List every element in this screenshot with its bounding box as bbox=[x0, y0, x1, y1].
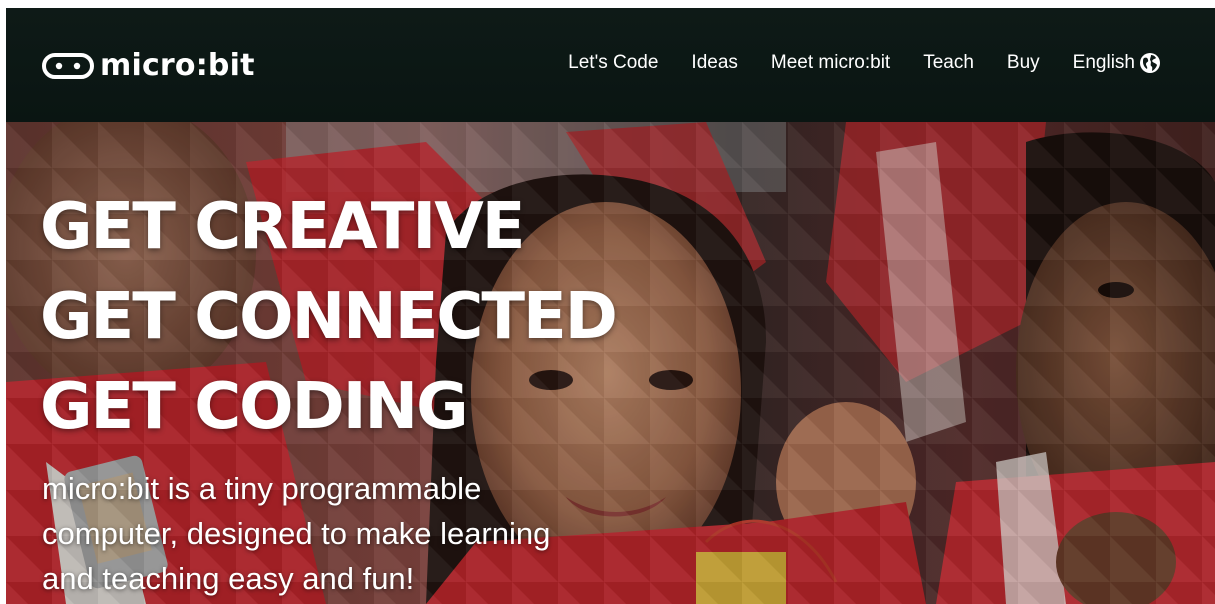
language-selector[interactable]: English bbox=[1073, 52, 1161, 74]
nav-buy[interactable]: Buy bbox=[1007, 52, 1040, 74]
logo-text: micro:bit bbox=[100, 48, 255, 83]
nav-ideas[interactable]: Ideas bbox=[691, 52, 737, 74]
site-logo[interactable]: micro:bit bbox=[42, 50, 255, 82]
hero-headline: GET CREATIVE GET CONNECTED GET CODING bbox=[40, 182, 618, 452]
site-header: micro:bit Let's Code Ideas Meet micro:bi… bbox=[6, 8, 1215, 122]
headline-line-3: GET CODING bbox=[40, 370, 469, 444]
globe-icon bbox=[1140, 53, 1160, 73]
nav-meet-microbit[interactable]: Meet micro:bit bbox=[771, 52, 890, 74]
language-label: English bbox=[1072, 52, 1135, 73]
microbit-logo-icon bbox=[42, 53, 94, 79]
nav-lets-code[interactable]: Let's Code bbox=[568, 52, 658, 74]
main-nav: Let's Code Ideas Meet micro:bit Teach Bu… bbox=[568, 52, 1161, 74]
headline-line-2: GET CONNECTED bbox=[40, 280, 618, 354]
hero-subtitle: micro:bit is a tiny programmable compute… bbox=[42, 471, 551, 596]
hero-banner: GET CREATIVE GET CONNECTED GET CODING mi… bbox=[6, 122, 1215, 604]
nav-teach[interactable]: Teach bbox=[923, 52, 974, 74]
headline-line-1: GET CREATIVE bbox=[40, 190, 525, 264]
page: micro:bit Let's Code Ideas Meet micro:bi… bbox=[6, 8, 1215, 604]
